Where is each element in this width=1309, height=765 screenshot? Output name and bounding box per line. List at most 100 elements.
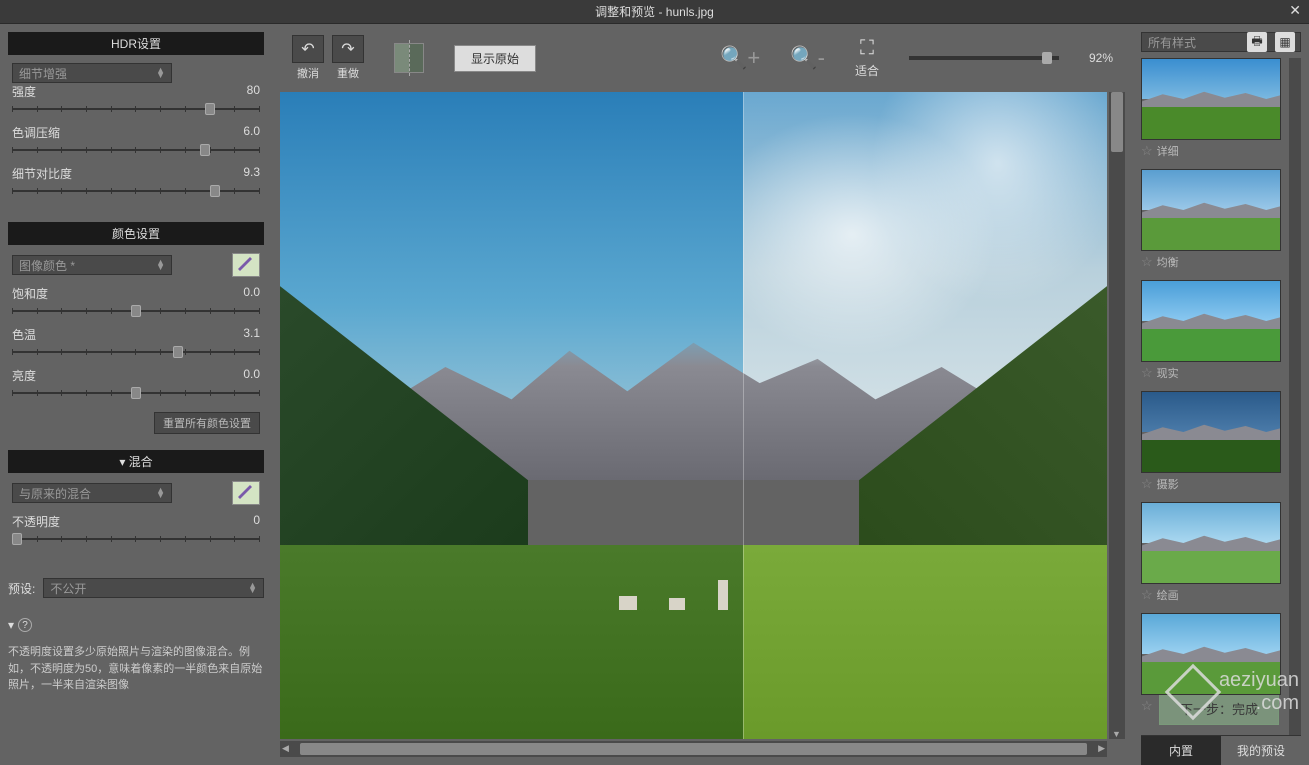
hdr-title: HDR设置	[8, 32, 264, 55]
blend-panel: ▾ 混合 与原来的混合 ▲▼ 不透明度 0	[8, 450, 264, 562]
image-canvas[interactable]	[280, 92, 1107, 739]
preset-thumbnail	[1141, 502, 1281, 584]
chevron-down-icon: ▾	[8, 618, 14, 632]
preset-name: 现实	[1157, 365, 1179, 381]
slider-track[interactable]	[12, 102, 260, 116]
undo-icon: ↶	[292, 35, 324, 63]
undo-button[interactable]: ↶ 撤消	[292, 35, 324, 81]
slider-label: 不透明度	[12, 513, 60, 530]
help-text: 不透明度设置多少原始照片与渲染的图像混合。例如，不透明度为50，意味着像素的一半…	[8, 644, 264, 694]
zoom-value: 92%	[1089, 51, 1113, 65]
redo-button[interactable]: ↷ 重做	[332, 35, 364, 81]
blend-picker-button[interactable]	[232, 481, 260, 505]
slider-value: 0.0	[243, 285, 260, 302]
blend-title[interactable]: ▾ 混合	[8, 450, 264, 473]
preset-item[interactable]: ☆ 绘画	[1141, 502, 1301, 603]
tab-builtin[interactable]: 内置	[1141, 736, 1221, 765]
slider-value: 9.3	[243, 165, 260, 182]
slider-label: 强度	[12, 83, 36, 100]
hdr-0-slider: 强度 80	[12, 83, 260, 116]
preset-thumbnail	[1141, 169, 1281, 251]
updown-icon: ▲▼	[156, 260, 165, 270]
presets-scrollbar[interactable]	[1289, 58, 1301, 735]
preset-label: 预设:	[8, 580, 35, 597]
hdr-mode-select[interactable]: 细节增强 ▲▼	[12, 63, 172, 83]
preset-name: 详细	[1157, 143, 1179, 159]
slider-label: 色调压缩	[12, 124, 60, 141]
close-icon[interactable]: ✕	[1289, 2, 1301, 19]
slider-track[interactable]	[12, 304, 260, 318]
hdr-1-slider: 色调压缩 6.0	[12, 124, 260, 157]
color-1-slider: 色温 3.1	[12, 326, 260, 359]
preset-item[interactable]: ☆	[1141, 613, 1301, 714]
preset-item[interactable]: ☆ 现实	[1141, 280, 1301, 381]
toolbar: ↶ 撤消 ↷ 重做 显示原始 🔍+ 🔍- ⛶ 适合 92%	[272, 24, 1133, 92]
slider-value: 80	[247, 83, 260, 100]
slider-track[interactable]	[12, 184, 260, 198]
preset-item[interactable]: ☆ 详细	[1141, 58, 1301, 159]
left-panel: HDR设置 细节增强 ▲▼ 强度 80 色调压缩 6.0	[0, 24, 272, 765]
help-icon: ?	[18, 618, 32, 632]
slider-track[interactable]	[12, 345, 260, 359]
color-0-slider: 饱和度 0.0	[12, 285, 260, 318]
compare-split-button[interactable]	[394, 43, 424, 73]
window-title: 调整和预览 - hunls.jpg	[595, 3, 714, 20]
chevron-down-icon: ▾	[119, 455, 128, 469]
show-original-button[interactable]: 显示原始	[454, 45, 536, 72]
slider-value: 0.0	[243, 367, 260, 384]
color-2-slider: 亮度 0.0	[12, 367, 260, 400]
title-bar: 调整和预览 - hunls.jpg ✕	[0, 0, 1309, 24]
zoom-out-icon[interactable]: 🔍-	[790, 45, 825, 71]
fit-icon: ⛶	[860, 37, 874, 60]
slider-value: 3.1	[243, 326, 260, 343]
grid-view-icon[interactable]: ▦	[1275, 32, 1295, 52]
preset-thumbnail	[1141, 613, 1281, 695]
updown-icon: ▲▼	[248, 583, 257, 593]
zoom-slider[interactable]	[909, 56, 1059, 60]
hdr-panel: HDR设置 细节增强 ▲▼ 强度 80 色调压缩 6.0	[8, 32, 264, 214]
canvas-wrap	[280, 92, 1125, 757]
vertical-scrollbar[interactable]	[1109, 92, 1125, 739]
horizontal-scrollbar[interactable]	[280, 741, 1107, 757]
help-toggle[interactable]: ▾ ?	[8, 618, 264, 632]
zoom-in-icon[interactable]: 🔍+	[720, 45, 760, 71]
star-icon[interactable]: ☆	[1141, 698, 1153, 714]
preset-select[interactable]: 不公开 ▲▼	[43, 578, 264, 598]
star-icon[interactable]: ☆	[1141, 476, 1153, 492]
star-icon[interactable]: ☆	[1141, 143, 1153, 159]
star-icon[interactable]: ☆	[1141, 365, 1153, 381]
print-icon[interactable]: 🖶	[1247, 32, 1267, 52]
color-panel: 颜色设置 图像颜色 * ▲▼ 饱和度 0.0	[8, 222, 264, 442]
slider-value: 0	[253, 513, 260, 530]
reset-color-button[interactable]: 重置所有颜色设置	[154, 412, 260, 434]
fit-button[interactable]: ⛶ 适合	[855, 37, 879, 79]
preset-thumbnail	[1141, 280, 1281, 362]
center-area: ↶ 撤消 ↷ 重做 显示原始 🔍+ 🔍- ⛶ 适合 92%	[272, 24, 1133, 765]
slider-label: 饱和度	[12, 285, 48, 302]
slider-track[interactable]	[12, 143, 260, 157]
preset-thumbnail	[1141, 58, 1281, 140]
slider-label: 色温	[12, 326, 36, 343]
star-icon[interactable]: ☆	[1141, 254, 1153, 270]
slider-track[interactable]	[12, 386, 260, 400]
slider-label: 亮度	[12, 367, 36, 384]
slider-track[interactable]	[12, 532, 260, 546]
updown-icon: ▲▼	[156, 68, 165, 78]
preset-item[interactable]: ☆ 摄影	[1141, 391, 1301, 492]
tab-mine[interactable]: 我的预设	[1221, 736, 1301, 765]
presets-list: ☆ 详细 ☆ 均衡 ☆ 现实 ☆ 摄影	[1141, 58, 1301, 735]
preset-name: 摄影	[1157, 476, 1179, 492]
preset-name: 绘画	[1157, 587, 1179, 603]
preset-tabs: 内置 我的预设	[1141, 735, 1301, 765]
redo-icon: ↷	[332, 35, 364, 63]
slider-label: 细节对比度	[12, 165, 72, 182]
preset-thumbnail	[1141, 391, 1281, 473]
color-picker-button[interactable]	[232, 253, 260, 277]
preset-row: 预设: 不公开 ▲▼	[8, 578, 264, 598]
blend-mode-select[interactable]: 与原来的混合 ▲▼	[12, 483, 172, 503]
star-icon[interactable]: ☆	[1141, 587, 1153, 603]
preset-name: 均衡	[1157, 254, 1179, 270]
preset-item[interactable]: ☆ 均衡	[1141, 169, 1301, 270]
slider-value: 6.0	[243, 124, 260, 141]
color-mode-select[interactable]: 图像颜色 * ▲▼	[12, 255, 172, 275]
